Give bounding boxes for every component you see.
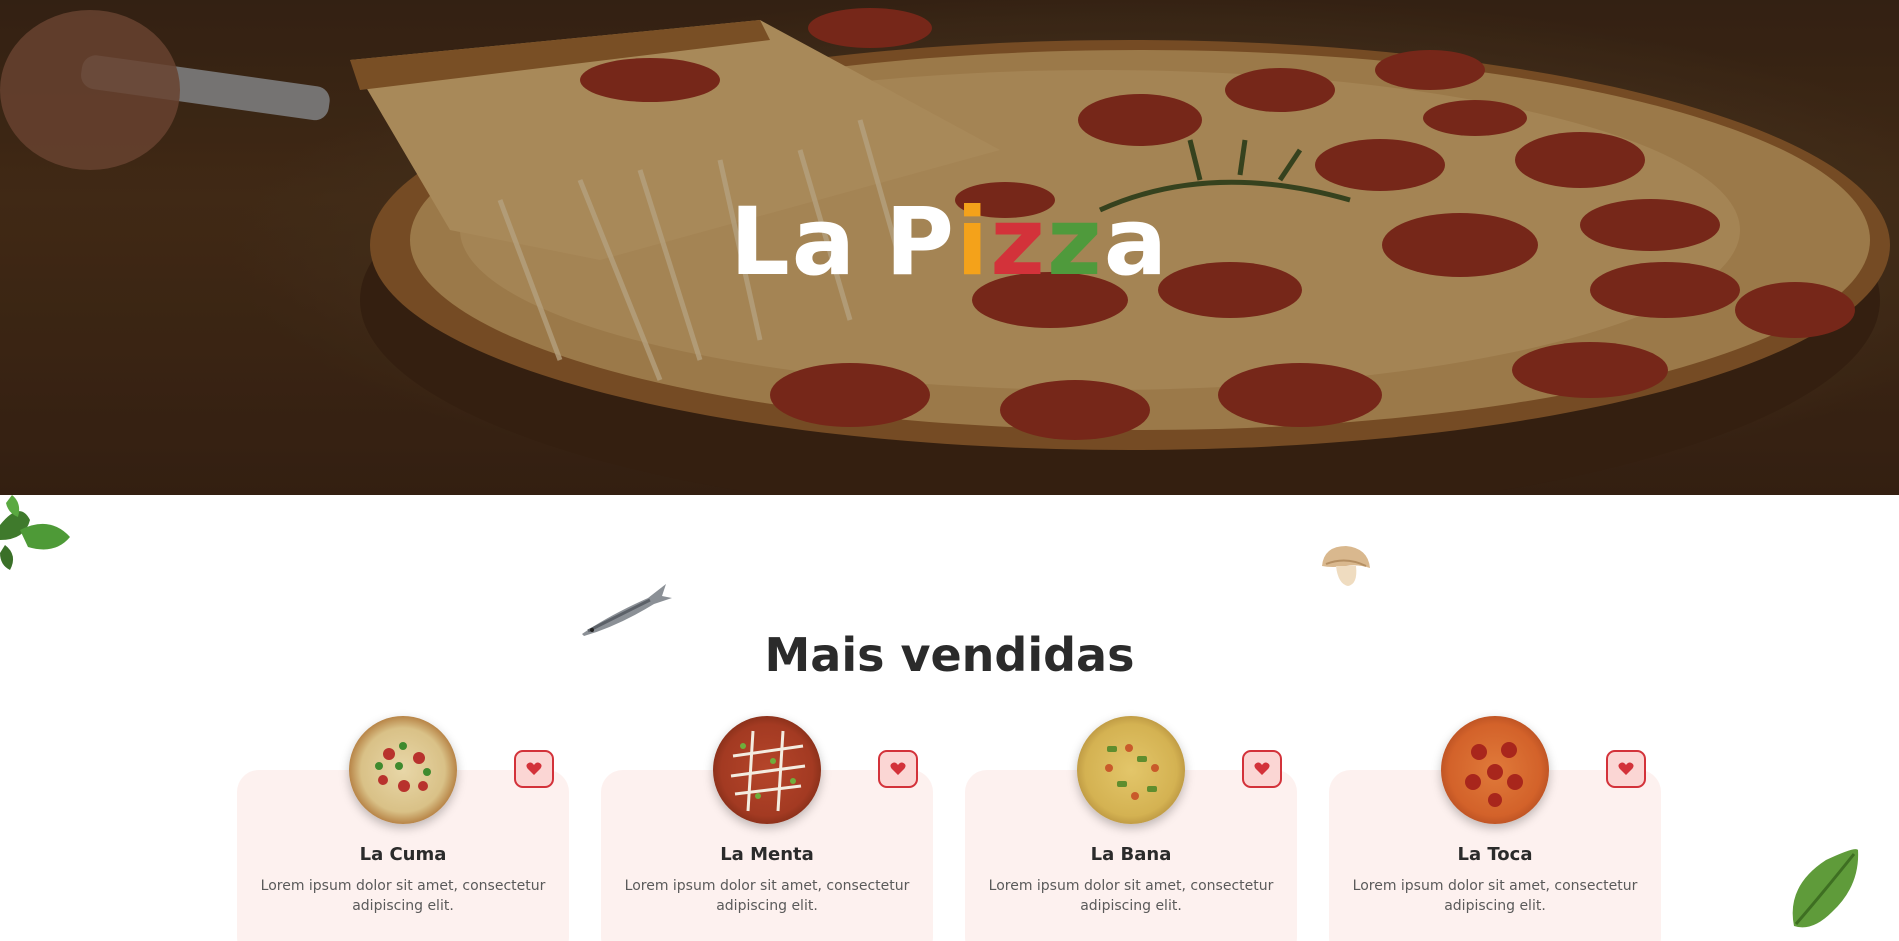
heart-icon — [1254, 762, 1270, 775]
heart-icon — [890, 762, 906, 775]
section-title: Mais vendidas — [764, 628, 1135, 682]
product-name: La Toca — [1457, 844, 1533, 865]
product-description: Lorem ipsum dolor sit amet, consectetur … — [624, 878, 910, 914]
favorite-button[interactable] — [1606, 750, 1646, 788]
hero-title-letter: i — [956, 188, 991, 297]
mushroom-icon — [1322, 546, 1370, 586]
favorite-button[interactable] — [514, 750, 554, 788]
product-description: Lorem ipsum dolor sit amet, consectetur … — [988, 878, 1274, 914]
basil-leaf-icon — [0, 495, 70, 570]
hero-title: La Pizza — [0, 188, 1899, 298]
pizza-image-la-menta — [713, 716, 821, 824]
hero-title-letter: a — [1103, 188, 1170, 297]
heart-icon — [526, 762, 542, 775]
heart-icon — [1618, 762, 1634, 775]
product-name: La Menta — [720, 844, 814, 865]
product-description: Lorem ipsum dolor sit amet, consectetur … — [260, 878, 546, 914]
hero-title-letter: L — [729, 188, 792, 297]
pizza-image-la-bana — [1077, 716, 1185, 824]
pizza-image-la-toca — [1441, 716, 1549, 824]
pizza-image-la-cuma — [349, 716, 457, 824]
favorite-button[interactable] — [878, 750, 918, 788]
hero-title-letter: a — [791, 188, 858, 297]
hero-title-letter: P — [885, 188, 957, 297]
hero-banner: La Pizza — [0, 0, 1899, 495]
product-description: Lorem ipsum dolor sit amet, consectetur … — [1352, 878, 1638, 914]
basil-leaf-large-icon — [1792, 849, 1859, 928]
favorite-button[interactable] — [1242, 750, 1282, 788]
product-name: La Cuma — [359, 844, 447, 865]
hero-title-letter: z — [1047, 188, 1104, 297]
hero-title-letter: z — [990, 188, 1048, 297]
product-name: La Bana — [1090, 844, 1172, 865]
